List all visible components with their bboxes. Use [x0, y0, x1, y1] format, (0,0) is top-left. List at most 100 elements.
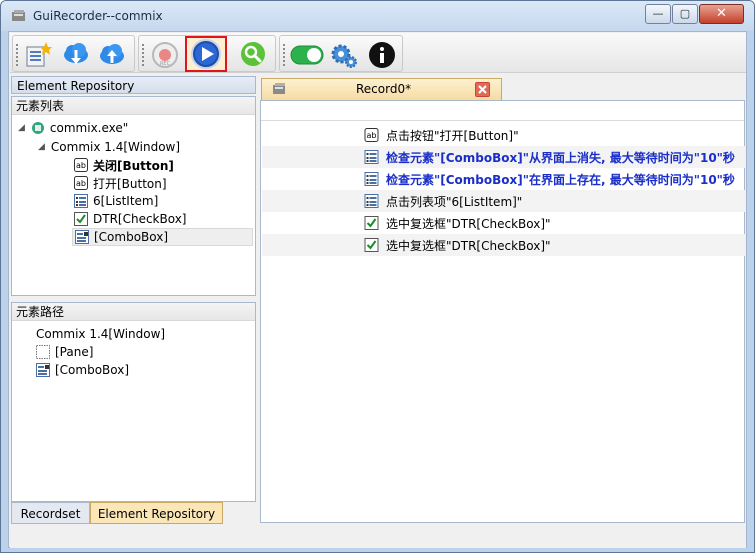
tree-item-open-button[interactable]: ab 打开[Button] — [74, 174, 167, 192]
settings-gear-icon — [331, 44, 357, 68]
tab-element-repository[interactable]: Element Repository — [90, 502, 223, 524]
step-row[interactable]: 点击列表项"6[ListItem]" — [262, 190, 745, 212]
tab-recordset[interactable]: Recordset — [11, 502, 90, 524]
combobox-icon — [36, 363, 50, 377]
checkbox-icon — [74, 212, 88, 226]
step-text: 点击按钮"打开[Button]" — [386, 128, 519, 143]
step-row[interactable]: 检查元素"[ComboBox]"在界面上存在, 最大等待时间为"10"秒 — [262, 168, 745, 190]
tab-record0[interactable]: Record0* — [261, 78, 502, 100]
status-bar — [10, 526, 746, 548]
pane-icon — [36, 345, 50, 359]
combobox-icon — [75, 230, 89, 244]
close-icon: ✕ — [716, 6, 727, 21]
tree-item-listitem[interactable]: 6[ListItem] — [74, 192, 158, 210]
step-row[interactable]: 检查元素"[ComboBox]"从界面上消失, 最大等待时间为"10"秒 — [262, 146, 745, 168]
toolbar-group-record: REC — [138, 35, 276, 72]
app-logo-icon — [12, 10, 25, 21]
window-title: GuiRecorder--commix — [33, 9, 163, 23]
path-item-combobox[interactable]: [ComboBox] — [36, 361, 129, 379]
listitem-icon — [74, 194, 88, 208]
tree-expander-icon[interactable]: ◢ — [18, 123, 25, 133]
app-window: GuiRecorder--commix — ▢ ✕ REC Element Re… — [0, 0, 755, 553]
button-ab-icon: ab — [74, 176, 88, 190]
tree-item-close-button[interactable]: ab 关闭[Button] — [74, 156, 174, 174]
close-button[interactable]: ✕ — [699, 4, 744, 24]
tree-expander-icon[interactable]: ◢ — [38, 142, 45, 152]
search-element-icon — [241, 42, 265, 66]
record-tab-label: Record0* — [356, 82, 412, 96]
maximize-icon: ▢ — [679, 7, 691, 20]
tree-item-label: [ComboBox] — [94, 230, 169, 244]
tree-item-label: 打开[Button] — [93, 176, 167, 191]
path-item-window[interactable]: Commix 1.4[Window] — [36, 325, 165, 343]
svg-text:ab: ab — [76, 161, 86, 170]
new-project-button[interactable] — [23, 40, 53, 70]
checkbox-icon — [364, 216, 379, 230]
app-icon — [31, 122, 44, 134]
new-project-icon — [26, 42, 52, 67]
svg-text:ab: ab — [76, 179, 86, 188]
step-row[interactable]: 选中复选框"DTR[CheckBox]" — [262, 212, 745, 234]
toolbar-grip[interactable] — [142, 44, 144, 66]
info-icon — [369, 42, 395, 68]
title-bar[interactable]: GuiRecorder--commix — ▢ ✕ — [1, 1, 754, 31]
tree-item-window[interactable]: ◢ Commix 1.4[Window] — [38, 138, 180, 156]
toolbar: REC — [10, 33, 746, 73]
tree-item-label: 6[ListItem] — [93, 194, 159, 208]
download-button[interactable] — [61, 40, 91, 70]
button-ab-icon: ab — [364, 128, 379, 142]
search-element-button[interactable] — [239, 40, 269, 70]
download-cloud-icon — [64, 43, 88, 64]
upload-cloud-icon — [100, 44, 124, 64]
toolbar-group-file — [12, 35, 135, 72]
toggle-switch-icon — [290, 45, 324, 65]
upload-button[interactable] — [97, 40, 127, 70]
element-list-header: 元素列表 — [12, 97, 255, 115]
tree-item-checkbox[interactable]: DTR[CheckBox] — [74, 210, 187, 228]
element-path-header: 元素路径 — [12, 303, 255, 321]
step-text: 点击列表项"6[ListItem]" — [386, 194, 523, 209]
path-item-pane[interactable]: [Pane] — [36, 343, 93, 361]
client-area: REC Element Repository 元素列表 ◢ commix.exe… — [8, 31, 747, 548]
step-text: 检查元素"[ComboBox]"在界面上存在, 最大等待时间为"10"秒 — [386, 172, 735, 187]
settings-button[interactable] — [329, 40, 359, 70]
tree-item-label: commix.exe" — [49, 121, 129, 135]
step-text: 选中复选框"DTR[CheckBox]" — [386, 216, 551, 231]
play-icon — [191, 39, 221, 69]
close-icon — [476, 83, 489, 96]
minimize-icon: — — [652, 7, 664, 20]
close-record-tab-button[interactable] — [475, 82, 490, 97]
bottom-tab-bar: Recordset Element Repository — [11, 502, 259, 524]
path-item-label: [ComboBox] — [55, 363, 130, 377]
toggle-button[interactable] — [289, 40, 325, 70]
record-doc-icon — [273, 83, 285, 94]
toolbar-group-settings — [279, 35, 403, 72]
step-row[interactable]: ab 点击按钮"打开[Button]" — [262, 124, 745, 146]
listitem-icon — [364, 194, 379, 208]
checkbox-icon — [364, 238, 379, 252]
step-row[interactable]: 选中复选框"DTR[CheckBox]" — [262, 234, 745, 256]
path-item-label: Commix 1.4[Window] — [36, 327, 166, 341]
toolbar-grip[interactable] — [283, 44, 285, 66]
record-steps-panel: ab 点击按钮"打开[Button]" 检查元素"[ComboBox]"从界面上… — [260, 100, 745, 523]
tree-item-commix-exe[interactable]: ◢ commix.exe" — [18, 119, 128, 137]
maximize-button[interactable]: ▢ — [672, 4, 698, 24]
step-text: 检查元素"[ComboBox]"从界面上消失, 最大等待时间为"10"秒 — [386, 150, 735, 165]
check-element-icon — [364, 172, 379, 186]
element-repository-title: Element Repository — [11, 76, 256, 94]
record-icon: REC — [152, 42, 178, 68]
minimize-button[interactable]: — — [645, 4, 671, 24]
path-item-label: [Pane] — [55, 345, 94, 359]
tree-item-combobox[interactable]: [ComboBox] — [72, 228, 253, 246]
element-path-box: 元素路径 Commix 1.4[Window] [Pane] [ComboBox… — [11, 302, 256, 502]
toolbar-grip[interactable] — [16, 44, 18, 66]
element-list-box: 元素列表 ◢ commix.exe" ◢ Commix 1.4[Window] … — [11, 96, 256, 296]
tree-item-label: 关闭[Button] — [93, 158, 174, 173]
svg-text:ab: ab — [367, 131, 377, 140]
tree-item-label: DTR[CheckBox] — [93, 212, 187, 226]
record-button[interactable]: REC — [150, 40, 180, 70]
step-text: 选中复选框"DTR[CheckBox]" — [386, 238, 551, 253]
svg-text:REC: REC — [160, 61, 171, 67]
info-button[interactable] — [367, 40, 397, 70]
play-button[interactable] — [185, 36, 227, 72]
